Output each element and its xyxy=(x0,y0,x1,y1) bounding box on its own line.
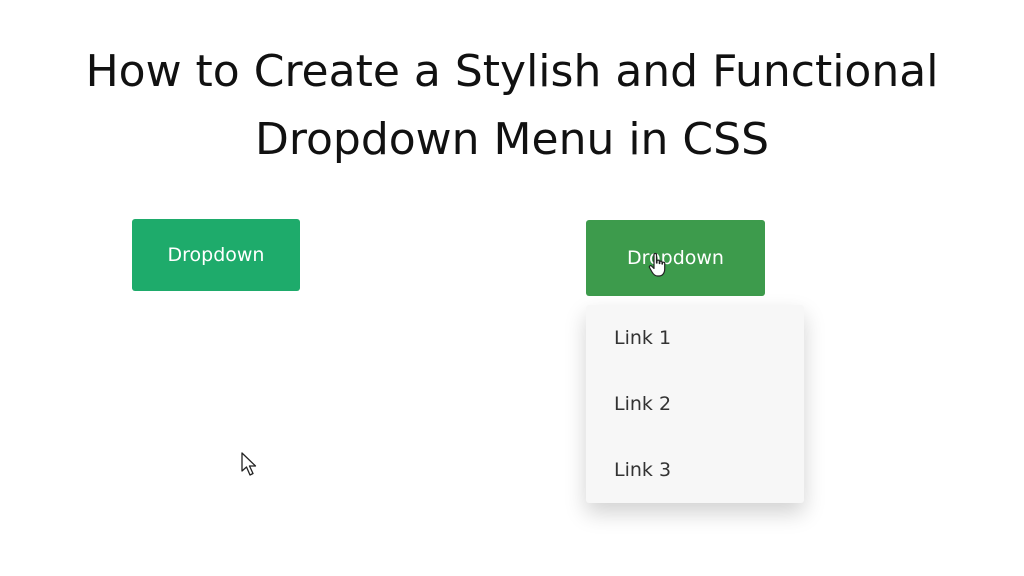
title-line-2: Dropdown Menu in CSS xyxy=(254,114,770,165)
page-title: How to Create a Stylish and Functional D… xyxy=(0,38,1024,174)
dropdown-button-right[interactable]: Dropdown xyxy=(586,220,765,296)
hand-pointer-icon xyxy=(648,252,666,277)
dropdown-link-3[interactable]: Link 3 xyxy=(614,459,671,481)
dropdown-link-1[interactable]: Link 1 xyxy=(614,327,671,349)
title-line-1: How to Create a Stylish and Functional xyxy=(85,46,939,97)
dropdown-button-left[interactable]: Dropdown xyxy=(132,219,300,291)
dropdown-link-2[interactable]: Link 2 xyxy=(614,393,671,415)
arrow-cursor-icon xyxy=(241,452,257,476)
page: How to Create a Stylish and Functional D… xyxy=(0,0,1024,576)
dropdown-menu: Link 1 Link 2 Link 3 xyxy=(586,305,804,503)
